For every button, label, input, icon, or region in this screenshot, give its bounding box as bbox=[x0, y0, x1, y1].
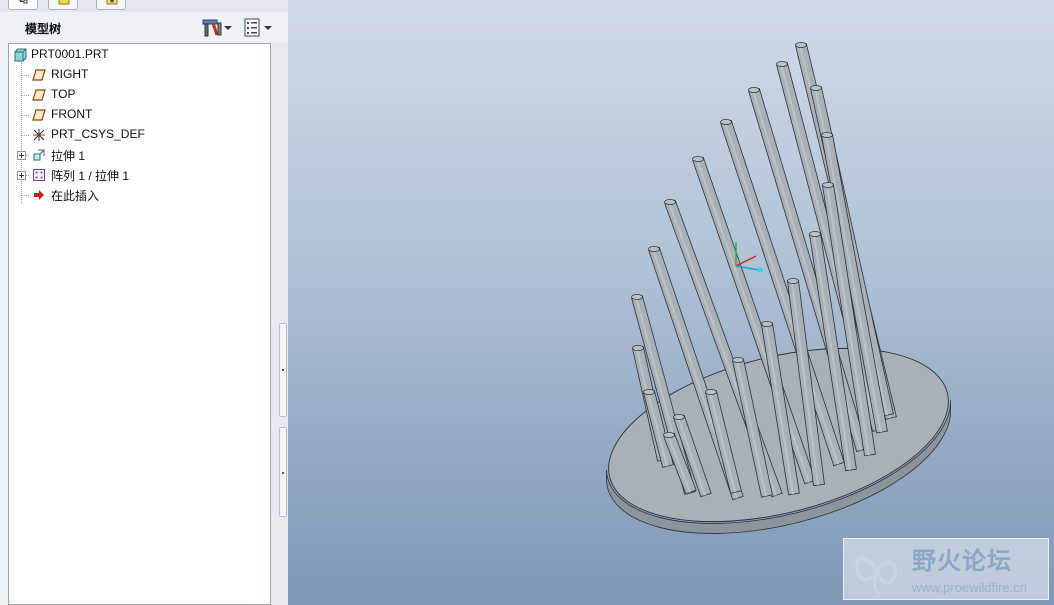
pin-top-cap bbox=[795, 42, 807, 48]
tree-item-label: RIGHT bbox=[51, 67, 89, 81]
insert-here-arrow-icon bbox=[34, 190, 44, 200]
tree-item-extrude[interactable]: 拉伸 1 bbox=[9, 145, 269, 165]
butterfly-logo-icon bbox=[854, 556, 898, 597]
pin-top-cap bbox=[821, 132, 833, 138]
tree-item-label: 在此插入 bbox=[51, 189, 100, 203]
folder-icon bbox=[58, 0, 70, 5]
watermark: 野火论坛 www.proewildfire.cn bbox=[843, 538, 1049, 600]
pin-top-cap bbox=[643, 389, 655, 395]
model-tree-title: 模型树 bbox=[25, 22, 62, 36]
navigator-panel: 模型树 PRT0001.PRT RIGHT TOP FRONT PRT_CSYS… bbox=[0, 0, 288, 605]
tree-show-button[interactable] bbox=[238, 17, 274, 39]
watermark-name: 野火论坛 bbox=[912, 547, 1012, 575]
pin-top-cap bbox=[648, 246, 660, 252]
csys-origin-marker bbox=[757, 267, 763, 273]
tree-item-front[interactable]: FRONT bbox=[9, 105, 269, 125]
tree-item-label: PRT0001.PRT bbox=[31, 47, 109, 61]
pin-top-cap bbox=[787, 278, 799, 284]
coordinate-system-icon bbox=[33, 129, 45, 141]
pin-top-cap bbox=[809, 231, 821, 237]
part-icon bbox=[14, 48, 27, 62]
splitter-handle[interactable] bbox=[279, 323, 287, 417]
tab-model-tree[interactable] bbox=[8, 0, 38, 10]
pin-top-cap bbox=[632, 345, 644, 351]
tree-settings-button[interactable] bbox=[198, 17, 234, 39]
tree-item-pattern[interactable]: 阵列 1 / 拉伸 1 bbox=[9, 165, 269, 185]
tree-item-label: TOP bbox=[51, 87, 76, 101]
expand-icon[interactable] bbox=[17, 171, 26, 180]
graphics-viewport[interactable] bbox=[288, 0, 1054, 605]
datum-plane-icon bbox=[32, 89, 46, 101]
tree-item-csys[interactable]: PRT_CSYS_DEF bbox=[9, 125, 269, 145]
favorites-icon bbox=[106, 0, 118, 5]
model-3d-view[interactable] bbox=[288, 0, 1054, 605]
pin-top-cap bbox=[720, 119, 732, 125]
pin-top-cap bbox=[822, 182, 834, 188]
model-tree[interactable]: PRT0001.PRT RIGHT TOP FRONT PRT_CSYS_DEF… bbox=[8, 43, 271, 605]
panel-splitter[interactable] bbox=[271, 43, 288, 605]
tree-item-label: 拉伸 1 bbox=[51, 149, 86, 163]
navigator-tabs bbox=[0, 0, 288, 12]
model-tree-header: 模型树 bbox=[8, 14, 280, 42]
watermark-url: www.proewildfire.cn bbox=[912, 580, 1027, 595]
pin-top-cap bbox=[748, 87, 760, 93]
tree-item-top[interactable]: TOP bbox=[9, 85, 269, 105]
extrude-icon bbox=[33, 149, 45, 161]
pin-top-cap bbox=[673, 414, 685, 420]
tree-item-label: 阵列 1 / 拉伸 1 bbox=[51, 169, 130, 183]
chevron-down-icon bbox=[224, 26, 232, 30]
pin-top-cap bbox=[810, 85, 822, 91]
datum-plane-icon bbox=[32, 109, 46, 121]
tree-item-part[interactable]: PRT0001.PRT bbox=[9, 45, 269, 65]
show-list-icon bbox=[244, 18, 260, 37]
datum-plane-icon bbox=[32, 69, 46, 81]
pattern-icon bbox=[33, 169, 45, 181]
tools-settings-icon bbox=[202, 19, 222, 37]
pin-top-cap bbox=[761, 321, 773, 327]
pin-top-cap bbox=[663, 432, 675, 438]
chevron-down-icon bbox=[264, 26, 272, 30]
tab-folder-browser[interactable] bbox=[48, 0, 78, 10]
splitter-handle[interactable] bbox=[279, 427, 287, 517]
tree-item-label: PRT_CSYS_DEF bbox=[51, 127, 145, 141]
expand-icon[interactable] bbox=[17, 151, 26, 160]
pin-top-cap bbox=[631, 294, 643, 300]
pin-top-cap bbox=[732, 357, 744, 363]
tree-item-insert-here[interactable]: 在此插入 bbox=[9, 185, 269, 205]
tab-favorites[interactable] bbox=[96, 0, 126, 10]
model-tree-icon bbox=[18, 0, 28, 4]
tree-item-right[interactable]: RIGHT bbox=[9, 65, 269, 85]
tree-item-label: FRONT bbox=[51, 107, 93, 121]
pin-top-cap bbox=[705, 389, 717, 395]
pin-top-cap bbox=[776, 61, 788, 67]
pin-top-cap bbox=[692, 156, 704, 162]
pin-top-cap bbox=[664, 199, 676, 205]
